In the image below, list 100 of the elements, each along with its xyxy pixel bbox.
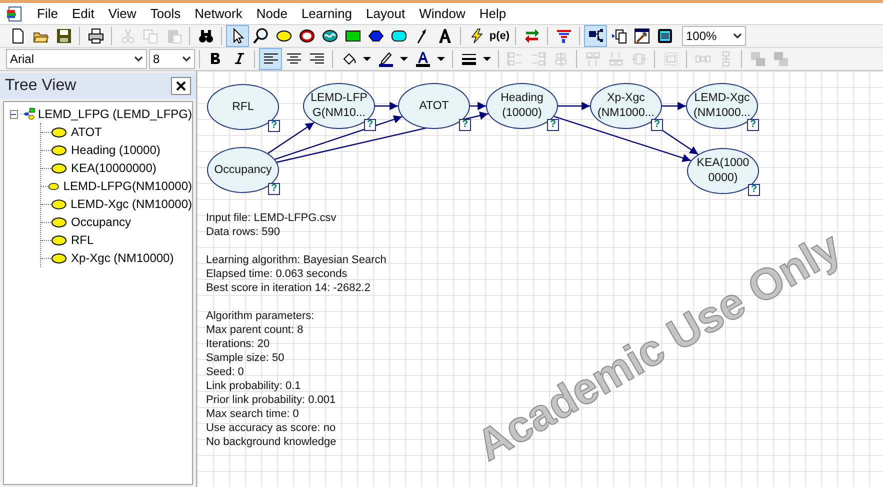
network-node[interactable]: ATOT ? (398, 83, 470, 129)
chevron-down-icon (182, 56, 191, 62)
collapse-toggle[interactable] (10, 110, 18, 118)
node-icon (48, 180, 60, 192)
align-middle-objects-icon (630, 51, 646, 67)
toolbar-button[interactable] (259, 48, 282, 70)
funnel-icon (556, 28, 572, 44)
menu-item[interactable]: Network (188, 4, 250, 24)
arc-arrow (662, 102, 686, 110)
rounded-rectangle-icon (390, 28, 406, 44)
minus-icon (11, 112, 16, 116)
bring-forward-icon (750, 51, 766, 67)
menu-item[interactable]: Window (412, 4, 472, 24)
menu-item[interactable]: Tools (143, 4, 188, 24)
menu-item[interactable]: View (101, 4, 144, 24)
network-icon (20, 106, 36, 122)
node-label: (NM1000... (598, 106, 654, 121)
status-badge: ? (459, 119, 471, 131)
info-line: Learning algorithm: Bayesian Search (206, 253, 386, 267)
line-width-icon (460, 51, 476, 67)
node-label: LEMD-LFP (310, 91, 368, 106)
wave-ellipse-icon (322, 28, 338, 44)
file-icon (10, 28, 26, 44)
status-badge: ? (268, 183, 280, 195)
menu-item[interactable]: File (30, 4, 65, 24)
tree-item[interactable]: LEMD-Xgc (NM10000) (70, 195, 192, 213)
status-badge: ? (268, 120, 280, 132)
tree-item[interactable]: ATOT (71, 123, 102, 141)
info-line: Best score in iteration 14: -2682.2 (206, 281, 370, 295)
document-stack-icon (610, 28, 626, 44)
info-line: Max parent count: 8 (206, 323, 304, 337)
node-icon (51, 252, 67, 264)
tree-item[interactable]: LEMD-LFPG(NM10000) (63, 177, 192, 195)
send-backward-icon (772, 51, 788, 67)
app-icon (6, 6, 22, 22)
align-top-objects-icon (584, 51, 600, 67)
selection-frame-icon (662, 51, 678, 67)
magnifier-icon (252, 28, 268, 44)
toolbar-button[interactable] (584, 25, 607, 47)
info-line: Link probability: 0.1 (206, 379, 301, 393)
probability-button[interactable]: p(e) (488, 25, 511, 47)
tree-item[interactable]: Occupancy (71, 213, 132, 231)
tree-item[interactable]: Xp-Xgc (NM10000) (71, 249, 174, 267)
close-button[interactable] (171, 77, 191, 95)
tree-item[interactable]: Heading (10000) (71, 141, 160, 159)
document-window-icon (656, 28, 672, 44)
menu-item[interactable]: Edit (64, 4, 102, 24)
ellipse-icon (276, 28, 292, 44)
combo-value: 8 (153, 51, 160, 68)
network-node[interactable]: Occupancy ? (207, 147, 279, 193)
align-left-objects-icon (506, 51, 522, 67)
hexagon-icon (368, 28, 384, 44)
network-node[interactable]: Heading (10000) ? (486, 83, 558, 129)
font-dropdown[interactable]: Arial (6, 49, 147, 69)
tree-item[interactable]: RFL (71, 231, 94, 249)
graph-layout-icon (588, 28, 604, 44)
node-label: LEMD-Xgc (694, 91, 750, 106)
status-badge: ? (547, 119, 559, 131)
align-center-objects-icon (552, 51, 568, 67)
node-label: G(NM10... (312, 106, 366, 121)
chevron-down-icon (733, 33, 742, 39)
pen-color-icon (378, 51, 394, 67)
zoom-dropdown[interactable]: 100% (682, 26, 746, 46)
scissors-icon (120, 28, 136, 44)
menu-item[interactable]: Layout (359, 4, 412, 24)
info-line: Data rows: 590 (206, 225, 280, 239)
combo-value: 100% (686, 28, 717, 45)
node-label: (10000) (502, 106, 542, 121)
text-tool-icon (436, 28, 452, 44)
info-line: Prior link probability: 0.001 (206, 393, 336, 407)
network-node[interactable]: LEMD-LFP G(NM10... ? (303, 83, 375, 129)
swap-arrows-icon (524, 28, 540, 44)
tree-item[interactable]: LEMD_LFPG (LEMD_LFPG) (38, 105, 192, 123)
network-node[interactable]: KEA(1000 0000) ? (687, 148, 759, 194)
toolbar-button[interactable] (226, 25, 249, 47)
caret-icon (363, 57, 371, 61)
menu-item[interactable]: Help (472, 4, 514, 24)
close-icon (176, 81, 186, 91)
node-label: KEA(1000 (696, 156, 750, 171)
font-size-dropdown[interactable]: 8 (149, 49, 195, 69)
rectangle-icon (344, 28, 360, 44)
node-label: Xp-Xgc (607, 91, 645, 106)
font-color-icon (414, 51, 430, 67)
menu-item[interactable]: Node (249, 4, 294, 24)
info-line: No background knowledge (206, 435, 336, 449)
network-node[interactable]: LEMD-Xgc (NM1000... ? (686, 83, 758, 129)
menu-item[interactable]: Learning (294, 4, 360, 24)
node-label: (NM1000... (694, 106, 750, 121)
binoculars-icon (198, 28, 214, 44)
lightning-icon (468, 28, 484, 44)
info-line: Max search time: 0 (206, 407, 299, 421)
caret-icon (400, 57, 408, 61)
tree-item[interactable]: KEA(10000000) (71, 159, 156, 177)
printer-icon (88, 28, 104, 44)
combo-value: Arial (10, 51, 34, 68)
node-icon (51, 216, 67, 228)
network-node[interactable]: RFL ? (207, 84, 279, 130)
node-label: RFL (232, 100, 254, 114)
network-node[interactable]: Xp-Xgc (NM1000... ? (590, 83, 662, 129)
copy-icon (142, 28, 158, 44)
